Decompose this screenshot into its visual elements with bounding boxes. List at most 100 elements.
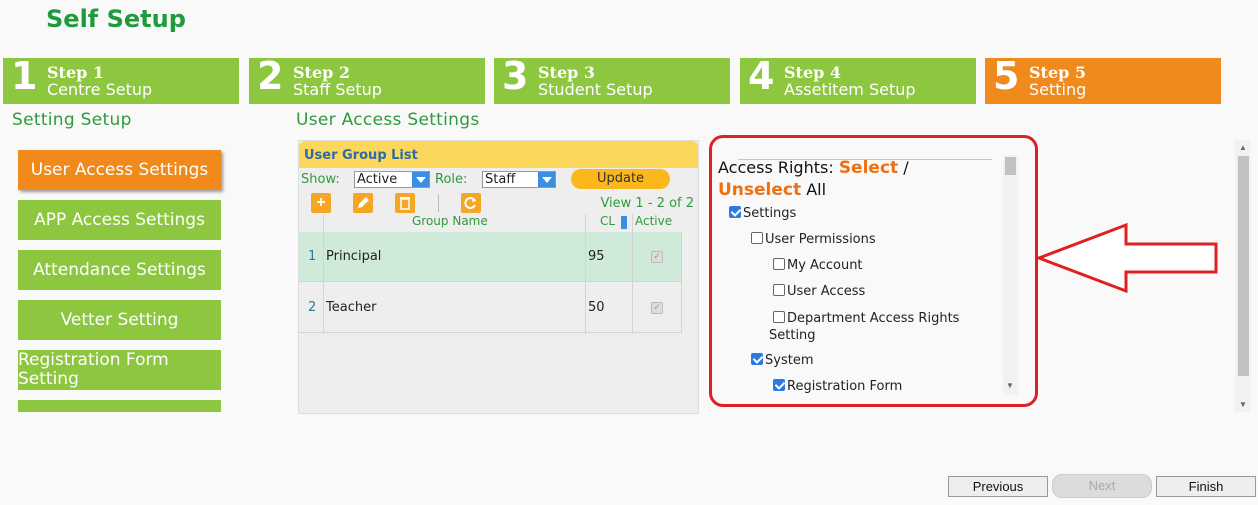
column-header-active[interactable]: Active [635, 214, 672, 232]
step-number: 2 [257, 54, 284, 98]
column-divider [632, 214, 633, 334]
next-button[interactable]: Next [1052, 474, 1152, 498]
tree-item-label: My Account [787, 258, 863, 273]
separator: / [898, 158, 909, 177]
checkbox-checked[interactable] [751, 353, 763, 365]
settings-menu: User Access Settings APP Access Settings… [18, 140, 260, 412]
scroll-down-icon[interactable]: ▼ [1006, 381, 1014, 390]
checkbox-checked[interactable] [773, 379, 785, 391]
scroll-down-icon[interactable]: ▼ [1239, 400, 1247, 409]
edit-icon[interactable] [353, 193, 373, 213]
role-label: Role: [435, 172, 468, 187]
table-row[interactable]: 2 Teacher 50 ✓ [299, 283, 681, 333]
user-group-list-title: User Group List [299, 141, 698, 168]
access-rights-label: Access Rights: [718, 158, 834, 177]
select-all-link[interactable]: Select [839, 158, 898, 178]
cl-cell: 95 [588, 249, 605, 264]
tree-item-label: System [765, 353, 814, 368]
step-number: 3 [502, 54, 529, 98]
page-title: Self Setup [46, 5, 186, 33]
show-select-value: Active [357, 172, 398, 187]
active-checkbox: ✓ [651, 251, 663, 263]
checkbox[interactable] [773, 258, 785, 270]
column-header-group-name[interactable]: Group Name [412, 214, 488, 232]
refresh-icon[interactable] [461, 193, 481, 213]
tree-item-user-access[interactable]: User Access [773, 284, 865, 299]
tree-item-registration-form[interactable]: Registration Form [773, 379, 902, 394]
user-access-settings-title: User Access Settings [296, 110, 480, 130]
tree-item-my-account[interactable]: My Account [773, 258, 863, 273]
row-number: 2 [308, 300, 317, 315]
checkbox[interactable] [773, 284, 785, 296]
step-subtitle: Assetitem Setup [784, 80, 916, 99]
menu-item-registration-form-setting[interactable]: Registration Form Setting [18, 350, 221, 390]
active-checkbox: ✓ [651, 302, 663, 314]
row-number: 1 [308, 249, 317, 264]
step-number: 5 [993, 54, 1020, 98]
unselect-all-link[interactable]: Unselect [718, 180, 801, 200]
step-3-tab[interactable]: 3 Step 3 Student Setup [494, 54, 730, 104]
pointer-arrow-icon [1036, 222, 1218, 294]
table-row[interactable]: 1 Principal 95 ✓ [299, 232, 681, 282]
menu-item-attendance-settings[interactable]: Attendance Settings [18, 250, 221, 290]
column-divider [585, 214, 586, 334]
cl-cell: 50 [588, 300, 605, 315]
step-subtitle: Centre Setup [47, 80, 153, 99]
step-number: 4 [748, 54, 775, 98]
checkbox[interactable] [773, 311, 785, 323]
tree-item-settings[interactable]: Settings [729, 206, 796, 221]
tree-item-system[interactable]: System [751, 353, 813, 368]
menu-item-vetter-setting[interactable]: Vetter Setting [18, 300, 221, 340]
column-divider [323, 214, 324, 334]
all-label: All [801, 180, 827, 199]
step-subtitle: Staff Setup [293, 80, 382, 99]
finish-button[interactable]: Finish [1156, 476, 1256, 497]
view-info: View 1 - 2 of 2 [600, 196, 694, 211]
menu-item-app-access-settings[interactable]: APP Access Settings [18, 200, 221, 240]
access-rights-header: Access Rights: Select / Unselect All [718, 157, 909, 201]
menu-item-user-access-settings[interactable]: User Access Settings [18, 150, 221, 190]
role-select[interactable]: Staff [482, 171, 556, 188]
group-name-cell: Principal [326, 249, 382, 264]
previous-button[interactable]: Previous [948, 476, 1048, 497]
chevron-down-icon [538, 172, 555, 187]
checkbox[interactable] [751, 232, 763, 244]
tree-item-user-permissions[interactable]: User Permissions [751, 232, 876, 247]
step-subtitle: Student Setup [538, 80, 653, 99]
scroll-up-icon[interactable]: ▲ [1239, 143, 1247, 152]
tree-item-label: Registration Form [787, 379, 903, 394]
toolbar-separator [438, 194, 439, 212]
scrollbar-thumb[interactable] [1238, 156, 1249, 376]
delete-icon[interactable] [395, 193, 415, 213]
add-icon[interactable]: + [311, 193, 331, 213]
group-name-cell: Teacher [326, 300, 377, 315]
show-select[interactable]: Active [354, 171, 430, 188]
tree-item-label: Department Access Rights Setting [769, 311, 960, 343]
step-1-tab[interactable]: 1 Step 1 Centre Setup [3, 54, 239, 104]
role-select-value: Staff [485, 172, 516, 187]
show-label: Show: [301, 172, 340, 187]
page-scrollbar[interactable]: ▲ ▼ [1235, 140, 1251, 412]
step-2-tab[interactable]: 2 Step 2 Staff Setup [249, 54, 485, 104]
tree-item-department-access-rights-setting[interactable]: Department Access Rights Setting [769, 310, 979, 344]
chevron-down-icon [412, 172, 429, 187]
step-4-tab[interactable]: 4 Step 4 Assetitem Setup [740, 54, 976, 104]
step-number: 1 [11, 54, 38, 98]
step-5-tab[interactable]: 5 Step 5 Setting [985, 54, 1221, 104]
access-rights-scrollbar[interactable]: ▼ [1003, 155, 1018, 395]
scrollbar-thumb[interactable] [1005, 157, 1016, 175]
grid-filter-bar: Show: Active Role: Staff Update [299, 169, 699, 189]
tree-item-label: User Permissions [765, 232, 876, 247]
tree-item-label: User Access [787, 284, 866, 299]
checkbox-checked[interactable] [729, 206, 741, 218]
access-rights-panel: Access Rights: Select / Unselect All Set… [718, 150, 1020, 396]
sort-icon[interactable] [621, 216, 627, 229]
column-divider [681, 232, 682, 334]
menu-item-partial[interactable] [18, 400, 221, 412]
step-subtitle: Setting [1029, 80, 1087, 99]
update-button[interactable]: Update [571, 169, 670, 189]
tree-item-label: Settings [743, 206, 797, 221]
user-group-list-grid: User Group List Show: Active Role: Staff… [298, 140, 699, 414]
grid-toolbar: + View 1 - 2 of 2 [299, 192, 699, 214]
column-header-cl[interactable]: CL [600, 214, 615, 232]
